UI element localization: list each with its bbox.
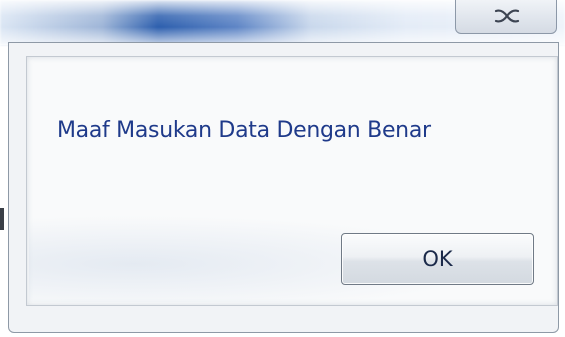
ok-button[interactable]: OK — [341, 233, 534, 285]
close-button[interactable] — [455, 0, 557, 34]
message-dialog-window: Maaf Masukan Data Dengan Benar OK — [0, 0, 565, 337]
message-text: Maaf Masukan Data Dengan Benar — [57, 118, 431, 143]
close-icon — [494, 9, 520, 23]
window-edge-marker — [0, 208, 4, 230]
